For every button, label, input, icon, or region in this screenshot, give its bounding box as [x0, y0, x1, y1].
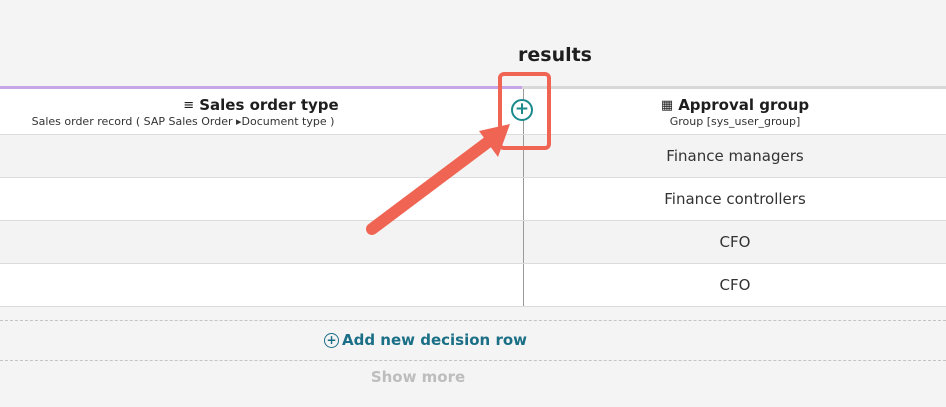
approval-group-column-header[interactable]: ▦ Approval group Group [sys_user_group] [523, 89, 946, 134]
approval-group-title: ▦ Approval group [524, 96, 946, 114]
table-row: CFO [0, 264, 946, 307]
divider [0, 320, 946, 321]
results-title: results [518, 44, 592, 66]
reference-table-icon: ▦ [660, 98, 674, 113]
sales-order-type-subtitle: Sales order record ( SAP Sales Order ▸Do… [31, 115, 335, 128]
table-row: CFO [0, 221, 946, 264]
text-lines-icon: ≡ [183, 98, 195, 113]
approval-group-value: Finance controllers [664, 190, 806, 208]
approval-group-cell[interactable]: Finance controllers [523, 178, 946, 220]
annotation-highlight-box [498, 72, 551, 150]
approval-group-value: CFO [719, 233, 751, 251]
sales-order-type-title: ≡ Sales order type [78, 96, 444, 114]
approval-group-cell[interactable]: Finance managers [523, 135, 946, 177]
show-more-link[interactable]: Show more [0, 368, 836, 386]
divider [0, 360, 946, 361]
approval-group-cell[interactable]: CFO [523, 221, 946, 263]
add-decision-row-label: Add new decision row [342, 331, 528, 349]
header-row: ≡ Sales order type Sales order record ( S… [0, 89, 946, 135]
table-row: Finance controllers [0, 178, 946, 221]
approval-group-label: Approval group [678, 96, 810, 114]
decision-table: ≡ Sales order type Sales order record ( S… [0, 89, 946, 307]
plus-circle-icon: + [324, 332, 339, 348]
approval-group-value: Finance managers [666, 147, 804, 165]
sales-order-type-label: Sales order type [199, 96, 339, 114]
approval-group-subtitle: Group [sys_user_group] [669, 115, 801, 128]
sales-order-type-cell[interactable] [0, 178, 522, 220]
table-row: Finance managers [0, 135, 946, 178]
approval-group-cell[interactable]: CFO [523, 264, 946, 306]
sales-order-type-cell[interactable] [0, 135, 522, 177]
approval-group-value: CFO [719, 276, 751, 294]
sales-order-type-column-header[interactable]: ≡ Sales order type Sales order record ( S… [0, 89, 522, 134]
sales-order-type-cell[interactable] [0, 264, 522, 306]
sales-order-type-cell[interactable] [0, 221, 522, 263]
add-decision-row-button[interactable]: + Add new decision row [324, 331, 527, 349]
